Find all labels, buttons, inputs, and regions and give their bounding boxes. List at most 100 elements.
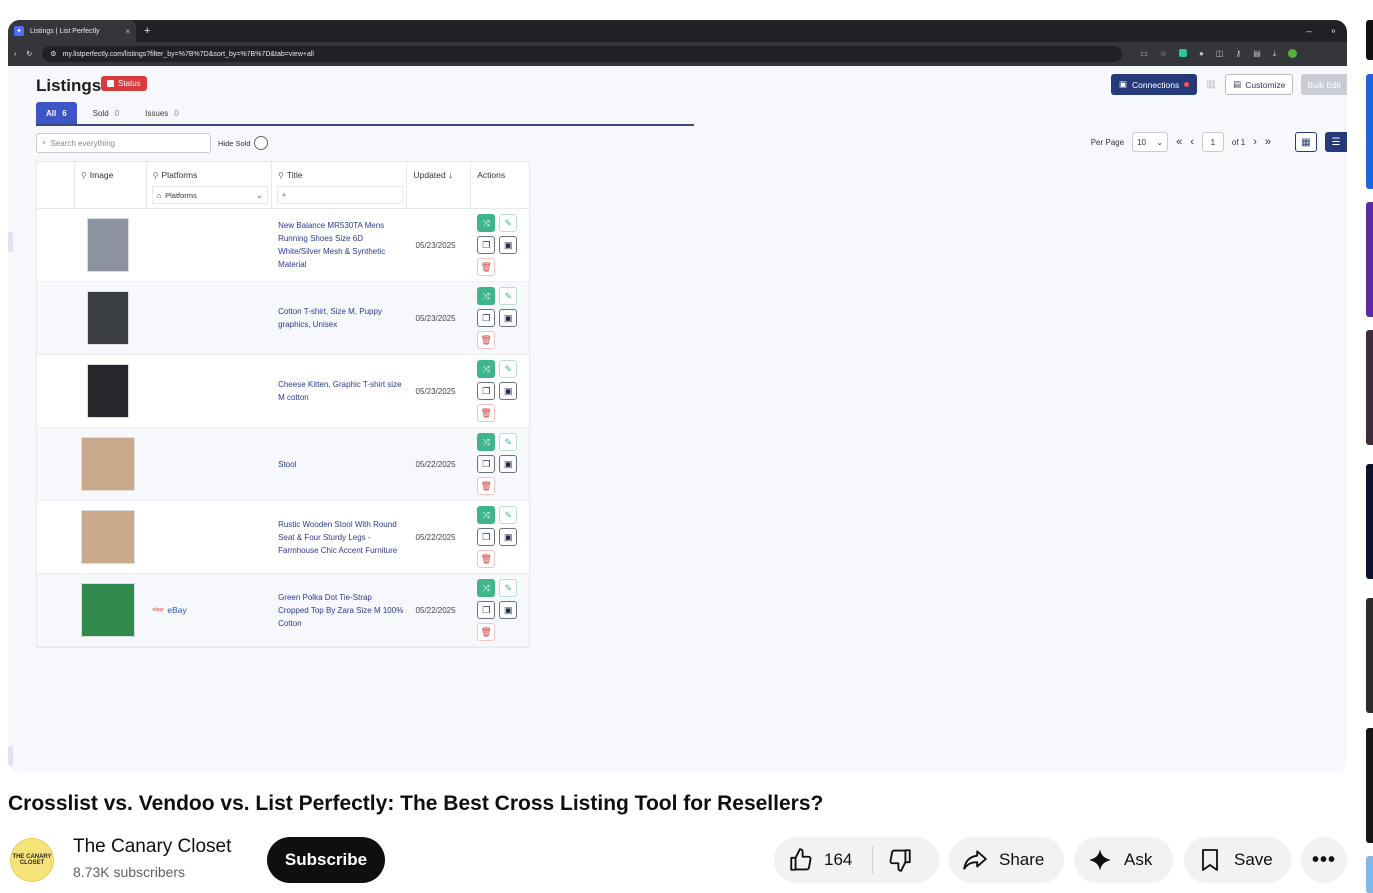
first-page-icon[interactable]: « bbox=[1176, 136, 1182, 148]
pin-icon[interactable]: ⚲ bbox=[278, 171, 284, 180]
platforms-filter-select[interactable]: ⌂ Platforms ⌄ bbox=[151, 186, 268, 204]
copy-icon[interactable]: ❐ bbox=[477, 236, 496, 254]
rail-thumb[interactable] bbox=[1366, 74, 1373, 189]
minimize-icon[interactable]: – bbox=[1306, 26, 1311, 37]
copy-icon[interactable]: ❐ bbox=[477, 382, 496, 400]
edit-pencil-icon[interactable]: ✎ bbox=[499, 287, 518, 305]
status-button[interactable]: Status bbox=[101, 76, 147, 91]
bulk-edit-button[interactable]: Bulk Edit bbox=[1301, 74, 1347, 95]
tab-all[interactable]: All 6 bbox=[36, 102, 77, 124]
rail-thumb[interactable] bbox=[1366, 202, 1373, 317]
download-icon[interactable]: ⤓ bbox=[1273, 49, 1277, 59]
preview-icon[interactable]: ▣ bbox=[499, 236, 518, 254]
copy-icon[interactable]: ❐ bbox=[477, 455, 496, 473]
listing-title-link[interactable]: Rustic Wooden Stool With Round Seat & Fo… bbox=[272, 518, 407, 557]
prev-page-icon[interactable]: ‹ bbox=[1190, 136, 1194, 148]
copy-icon[interactable]: ❐ bbox=[477, 601, 496, 619]
delete-trash-icon[interactable]: 🗑 bbox=[477, 477, 496, 495]
rail-thumb[interactable] bbox=[1366, 728, 1373, 843]
pin-icon[interactable]: ⚲ bbox=[153, 171, 159, 180]
last-page-icon[interactable]: » bbox=[1265, 136, 1271, 148]
rail-thumb[interactable] bbox=[1366, 20, 1373, 60]
profile-avatar-icon[interactable] bbox=[1288, 49, 1298, 58]
list-view-icon[interactable]: ☰ bbox=[1325, 132, 1347, 152]
tab-issues[interactable]: Issues 0 bbox=[135, 102, 189, 124]
new-tab-icon[interactable]: + bbox=[144, 25, 150, 37]
channel-avatar[interactable]: THE CANARY CLOSET bbox=[10, 838, 54, 882]
delete-trash-icon[interactable]: 🗑 bbox=[477, 258, 496, 276]
rail-thumb[interactable] bbox=[1366, 856, 1373, 893]
rail-thumb[interactable] bbox=[1366, 598, 1373, 713]
rail-thumb[interactable] bbox=[1366, 464, 1373, 579]
listing-title-link[interactable]: Green Polka Dot Tie-Strap Cropped Top By… bbox=[272, 591, 407, 630]
tab-close-icon[interactable]: × bbox=[125, 27, 130, 36]
like-button[interactable]: 164 bbox=[774, 846, 873, 874]
forward-icon[interactable]: › bbox=[14, 51, 16, 58]
crosslist-shuffle-icon[interactable]: ⤨ bbox=[477, 579, 496, 597]
puzzle-icon[interactable]: ◫ bbox=[1216, 49, 1224, 59]
title-filter-input[interactable]: ⌕ bbox=[277, 186, 404, 204]
product-thumbnail[interactable] bbox=[86, 218, 129, 272]
share-button[interactable]: Share bbox=[949, 837, 1064, 883]
rail-thumb[interactable] bbox=[1366, 330, 1373, 445]
pin-icon[interactable]: ⚲ bbox=[81, 171, 87, 180]
browser-tab[interactable]: ✦ Listings | List Perfectly × bbox=[8, 20, 136, 42]
platform-name[interactable]: eBay bbox=[167, 605, 186, 615]
dislike-button[interactable] bbox=[873, 847, 913, 873]
hide-sold-checkbox[interactable] bbox=[253, 136, 268, 150]
bookmark-star-icon[interactable]: ☆ bbox=[1160, 49, 1167, 59]
page-number-input[interactable]: 1 bbox=[1201, 132, 1224, 152]
delete-trash-icon[interactable]: 🗑 bbox=[477, 550, 496, 568]
header-platforms[interactable]: ⚲ Platforms ⌂ Platforms ⌄ bbox=[147, 162, 273, 208]
table-row[interactable]: ebay eBay Green Polka Dot Tie-Strap Croppe… bbox=[37, 574, 529, 647]
edit-pencil-icon[interactable]: ✎ bbox=[499, 360, 518, 378]
copy-icon[interactable]: ❐ bbox=[477, 528, 496, 546]
password-key-icon[interactable]: ⚷ bbox=[1235, 49, 1241, 59]
crosslist-shuffle-icon[interactable]: ⤨ bbox=[477, 214, 496, 232]
table-row[interactable]: New Balance MR530TA Mens Running Shoes S… bbox=[37, 209, 529, 282]
product-thumbnail[interactable] bbox=[86, 291, 129, 345]
site-settings-icon[interactable]: ⚙ bbox=[50, 50, 56, 58]
header-title[interactable]: ⚲ Title ⌕ bbox=[272, 162, 408, 208]
edit-pencil-icon[interactable]: ✎ bbox=[499, 506, 518, 524]
customize-button[interactable]: ▤ Customize bbox=[1225, 74, 1294, 95]
delete-trash-icon[interactable]: 🗑 bbox=[477, 404, 496, 422]
delete-trash-icon[interactable]: 🗑 bbox=[477, 331, 496, 349]
preview-icon[interactable]: ▣ bbox=[499, 382, 518, 400]
extension-icon[interactable] bbox=[1178, 49, 1187, 57]
table-row[interactable]: Cheese Kitten, Graphic T-shirt size M co… bbox=[37, 355, 529, 428]
copy-icon[interactable]: ❐ bbox=[477, 309, 496, 327]
restore-icon[interactable]: ⚬ bbox=[1329, 26, 1337, 37]
preview-icon[interactable]: ▣ bbox=[499, 455, 518, 473]
crosslist-shuffle-icon[interactable]: ⤨ bbox=[477, 287, 496, 305]
extension-icon[interactable]: ● bbox=[1199, 49, 1204, 59]
next-page-icon[interactable]: › bbox=[1253, 136, 1257, 148]
ask-button[interactable]: Ask bbox=[1074, 837, 1173, 883]
preview-icon[interactable]: ▣ bbox=[499, 309, 518, 327]
connections-button[interactable]: ▣ Connections bbox=[1110, 74, 1198, 95]
edit-pencil-icon[interactable]: ✎ bbox=[499, 214, 518, 232]
listing-title-link[interactable]: Stool bbox=[272, 458, 300, 471]
hide-sold-toggle[interactable]: Hide Sold bbox=[218, 136, 268, 150]
product-thumbnail[interactable] bbox=[86, 364, 129, 418]
crosslist-shuffle-icon[interactable]: ⤨ bbox=[477, 433, 496, 451]
preview-icon[interactable]: ▣ bbox=[499, 528, 518, 546]
product-thumbnail[interactable] bbox=[80, 583, 135, 637]
grid-view-icon[interactable]: ▦ bbox=[1295, 132, 1317, 152]
crosslist-shuffle-icon[interactable]: ⤨ bbox=[477, 360, 496, 378]
print-icon[interactable]: ▥ bbox=[1205, 79, 1217, 91]
table-row[interactable]: Stool 05/22/2025 ⤨ ✎ ❐ ▣ 🗑 bbox=[37, 428, 529, 501]
address-bar[interactable]: ⚙ my.listperfectly.com/listings?filter_b… bbox=[42, 46, 1123, 62]
sort-desc-icon[interactable]: ↓ bbox=[448, 170, 453, 181]
listing-title-link[interactable]: Cotton T-shirt, Size M, Puppy graphics, … bbox=[272, 305, 407, 331]
video-player[interactable]: ✦ Listings | List Perfectly × + – ⚬ › ↻ … bbox=[8, 20, 1347, 773]
crosslist-shuffle-icon[interactable]: ⤨ bbox=[477, 506, 496, 524]
header-image[interactable]: ⚲ Image bbox=[75, 162, 147, 208]
search-input[interactable]: ⌕ Search everything bbox=[36, 133, 211, 153]
edit-pencil-icon[interactable]: ✎ bbox=[499, 433, 518, 451]
table-row[interactable]: Cotton T-shirt, Size M, Puppy graphics, … bbox=[37, 282, 529, 355]
reload-icon[interactable]: ↻ bbox=[26, 50, 32, 58]
sidebar-icon[interactable]: ▤ bbox=[1253, 49, 1261, 59]
listing-title-link[interactable]: Cheese Kitten, Graphic T-shirt size M co… bbox=[272, 378, 407, 404]
listing-title-link[interactable]: New Balance MR530TA Mens Running Shoes S… bbox=[272, 219, 407, 271]
